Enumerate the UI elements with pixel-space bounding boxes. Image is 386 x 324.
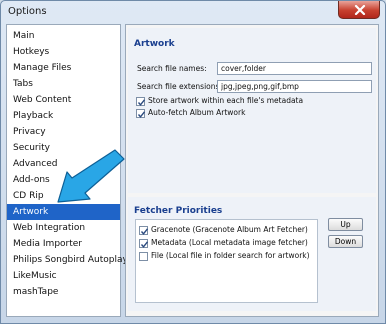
artwork-panel: Artwork Search file names: Search file e… bbox=[128, 28, 376, 193]
sidebar-item-cd-rip[interactable]: CD Rip bbox=[7, 188, 120, 204]
sidebar-item-tabs[interactable]: Tabs bbox=[7, 76, 120, 92]
sidebar-item-mashtape[interactable]: mashTape bbox=[7, 284, 120, 300]
checkmark-icon bbox=[140, 241, 149, 248]
window-title: Options bbox=[8, 6, 47, 17]
options-sidebar: Main Hotkeys Manage Files Tabs Web Conte… bbox=[6, 24, 128, 317]
close-button[interactable] bbox=[338, 1, 380, 19]
options-window: Options Main Hotkeys Manage Files Tabs W… bbox=[0, 0, 386, 324]
file-extensions-label: Search file extensions: bbox=[137, 82, 222, 91]
store-artwork-label: Store artwork within each file's metadat… bbox=[148, 96, 304, 105]
sidebar-item-media-importer[interactable]: Media Importer bbox=[7, 236, 120, 252]
checkmark-icon bbox=[137, 111, 146, 118]
gracenote-label: Gracenote (Gracenote Album Art Fetcher) bbox=[151, 225, 308, 234]
fetcher-list: Gracenote (Gracenote Album Art Fetcher) … bbox=[135, 219, 318, 303]
options-content: Artwork Search file names: Search file e… bbox=[125, 24, 379, 317]
checkmark-icon bbox=[140, 228, 149, 235]
checkmark-icon bbox=[137, 99, 146, 106]
sidebar-item-main[interactable]: Main bbox=[7, 28, 120, 44]
sidebar-item-manage-files[interactable]: Manage Files bbox=[7, 60, 120, 76]
file-label: File (Local file in folder search for ar… bbox=[151, 251, 310, 260]
autofetch-artwork-label: Auto-fetch Album Artwork bbox=[148, 108, 246, 117]
up-button[interactable]: Up bbox=[328, 218, 363, 231]
gracenote-checkbox[interactable] bbox=[139, 226, 149, 235]
file-names-input[interactable] bbox=[217, 62, 372, 75]
metadata-checkbox[interactable] bbox=[139, 239, 149, 248]
file-extensions-input[interactable] bbox=[217, 80, 372, 93]
sidebar-item-artwork[interactable]: Artwork bbox=[7, 204, 120, 220]
close-icon bbox=[354, 5, 366, 15]
sidebar-item-web-content[interactable]: Web Content bbox=[7, 92, 120, 108]
metadata-label: Metadata (Local metadata image fetcher) bbox=[151, 238, 308, 247]
sidebar-item-add-ons[interactable]: Add-ons bbox=[7, 172, 120, 188]
title-bar: Options bbox=[1, 1, 385, 25]
sidebar-item-advanced[interactable]: Advanced bbox=[7, 156, 120, 172]
artwork-section-title: Artwork bbox=[134, 39, 175, 49]
sidebar-item-web-integration[interactable]: Web Integration bbox=[7, 220, 120, 236]
down-button[interactable]: Down bbox=[328, 235, 363, 248]
file-checkbox[interactable] bbox=[139, 252, 148, 261]
sidebar-item-likemusic[interactable]: LikeMusic bbox=[7, 268, 120, 284]
sidebar-item-privacy[interactable]: Privacy bbox=[7, 124, 120, 140]
file-names-label: Search file names: bbox=[137, 64, 207, 73]
sidebar-item-playback[interactable]: Playback bbox=[7, 108, 120, 124]
fetcher-priorities-panel: Fetcher Priorities Gracenote (Gracenote … bbox=[128, 197, 376, 311]
sidebar-item-hotkeys[interactable]: Hotkeys bbox=[7, 44, 120, 60]
store-artwork-checkbox[interactable] bbox=[136, 97, 146, 106]
autofetch-artwork-checkbox[interactable] bbox=[136, 109, 146, 118]
sidebar-item-security[interactable]: Security bbox=[7, 140, 120, 156]
sidebar-item-philips-songbird-autoplay[interactable]: Philips Songbird Autoplay bbox=[7, 252, 128, 268]
fetcher-section-title: Fetcher Priorities bbox=[134, 206, 223, 216]
